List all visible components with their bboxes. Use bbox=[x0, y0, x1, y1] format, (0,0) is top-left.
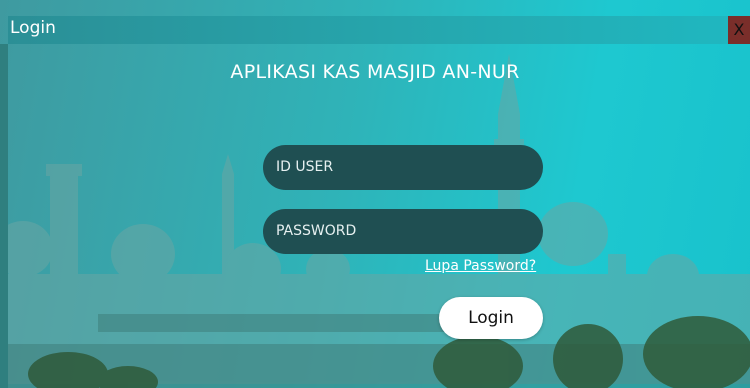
password-field[interactable]: PASSWORD bbox=[263, 209, 543, 254]
window-title: Login bbox=[10, 18, 56, 38]
login-window: Login X APLIKASI KAS MASJID AN-NUR ID US… bbox=[0, 0, 750, 388]
user-id-field[interactable]: ID USER bbox=[263, 145, 543, 190]
app-title: APLIKASI KAS MASJID AN-NUR bbox=[230, 61, 520, 83]
window-left-border bbox=[0, 44, 8, 388]
close-button[interactable]: X bbox=[728, 16, 750, 44]
login-button[interactable]: Login bbox=[439, 297, 543, 339]
forgot-password-link[interactable]: Lupa Password? bbox=[425, 258, 536, 274]
title-bar: Login X bbox=[8, 16, 750, 44]
